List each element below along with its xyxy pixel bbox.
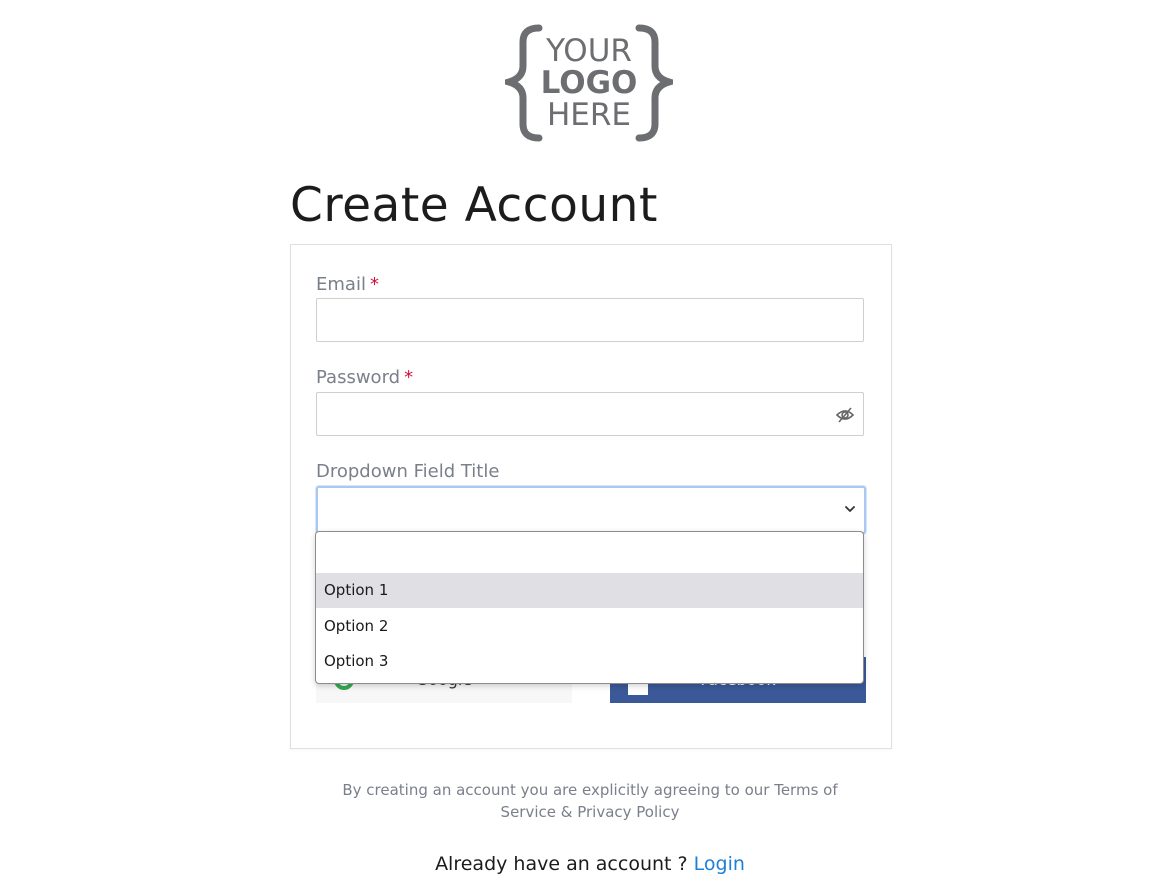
password-label: Password * <box>316 366 413 390</box>
dropdown-menu: Option 1 Option 2 Option 3 <box>315 531 864 684</box>
dropdown-option-3[interactable]: Option 3 <box>316 644 863 679</box>
logo-line2: LOGO <box>541 65 638 101</box>
dropdown-option-2[interactable]: Option 2 <box>316 609 863 644</box>
create-account-page: YOUR LOGO HERE Create Account Email * Pas… <box>0 0 1172 892</box>
eye-slash-icon[interactable] <box>835 405 855 425</box>
logo-line3: HERE <box>547 97 631 133</box>
password-field-wrapper <box>316 392 864 436</box>
page-title: Create Account <box>290 178 658 233</box>
dropdown-option-empty[interactable] <box>316 536 863 571</box>
login-prompt-text: Already have an account ? <box>435 853 694 875</box>
required-mark: * <box>404 367 414 388</box>
login-link[interactable]: Login <box>694 853 745 875</box>
dropdown-option-1[interactable]: Option 1 <box>316 573 863 608</box>
dropdown-select[interactable] <box>316 486 866 534</box>
logo-line1: YOUR <box>545 33 632 69</box>
logo: YOUR LOGO HERE <box>505 24 673 142</box>
password-field[interactable] <box>317 393 863 435</box>
login-prompt: Already have an account ? Login <box>290 853 890 875</box>
required-mark: * <box>369 274 379 295</box>
terms-notice: By creating an account you are explicitl… <box>342 781 838 821</box>
logo-graphic: YOUR LOGO HERE <box>505 24 673 142</box>
chevron-down-icon <box>845 506 855 512</box>
email-label-text: Email <box>316 274 366 295</box>
dropdown-label: Dropdown Field Title <box>316 461 500 482</box>
email-label: Email * <box>316 273 379 297</box>
password-label-text: Password <box>316 367 401 388</box>
email-field[interactable] <box>317 299 863 341</box>
email-field-wrapper <box>316 298 864 342</box>
